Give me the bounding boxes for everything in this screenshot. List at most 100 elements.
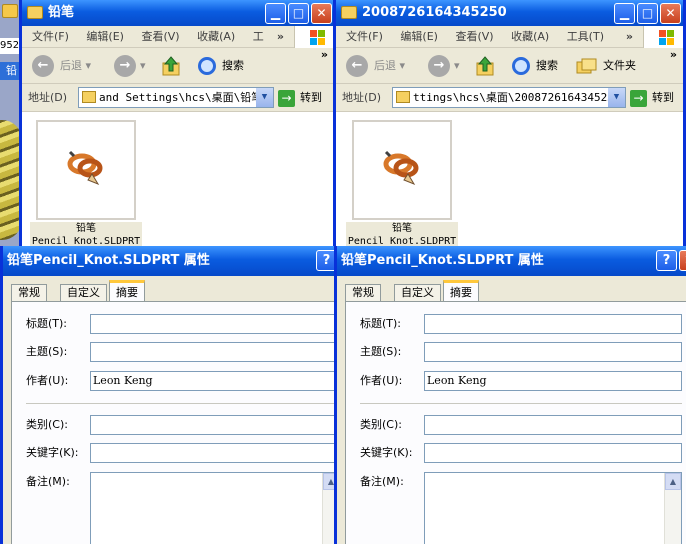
address-dropdown-icon[interactable]: ▼ — [256, 88, 273, 107]
comments-label: 备注(M): — [26, 475, 70, 488]
address-input[interactable]: ttings\hcs\桌面\2008726164345250 ▼ — [392, 87, 626, 108]
author-label: 作者(U): — [26, 374, 69, 387]
up-folder-icon[interactable] — [162, 55, 182, 77]
subject-label: 主题(S): — [26, 345, 68, 358]
dialog-title: 铅笔Pencil_Knot.SLDPRT 属性 — [7, 253, 210, 268]
menu-favorites[interactable]: 收藏(A) — [511, 26, 549, 48]
menu-view[interactable]: 查看(V) — [141, 26, 179, 48]
tab-general[interactable]: 常规 — [11, 284, 47, 302]
go-arrow-icon: → — [630, 89, 647, 107]
address-bar: 地址(D) ttings\hcs\桌面\2008726164345250 ▼ →… — [336, 84, 683, 112]
up-folder-icon[interactable] — [476, 55, 496, 77]
back-icon[interactable]: ← — [346, 55, 368, 77]
address-label: 地址(D) — [342, 91, 382, 104]
close-button[interactable]: ✕ — [679, 250, 686, 271]
folder-icon — [2, 4, 18, 18]
file-name-label[interactable]: 铅笔 Pencil_Knot.SLDPRT — [30, 222, 142, 246]
maximize-button[interactable]: □ — [288, 3, 309, 24]
back-icon[interactable]: ← — [32, 55, 54, 77]
address-bar: 地址(D) and Settings\hcs\桌面\铅笔 ▼ → 转到 — [22, 84, 334, 112]
go-button[interactable]: → 转到 — [630, 84, 674, 112]
author-label: 作者(U): — [360, 374, 403, 387]
toolbar-chevron-icon[interactable]: » — [670, 48, 677, 62]
comments-field[interactable]: ▲ — [90, 472, 337, 544]
forward-dropdown[interactable]: ▾ — [140, 48, 146, 84]
file-name-label[interactable]: 铅笔 Pencil_Knot.SLDPRT — [346, 222, 458, 246]
file-thumbnail[interactable] — [36, 120, 136, 220]
back-button[interactable]: 后退 ▾ — [60, 48, 91, 84]
close-button[interactable]: ✕ — [311, 3, 332, 24]
summary-panel: 标题(T): 主题(S): 作者(U): Leon Keng 类别(C): 关键… — [345, 301, 686, 544]
folder-icon — [341, 6, 357, 19]
forward-icon[interactable]: → — [114, 55, 136, 77]
window-title: 2008726164345250 — [362, 5, 507, 20]
subject-field[interactable] — [90, 342, 337, 362]
menu-edit[interactable]: 编辑(E) — [86, 26, 124, 48]
file-thumbnail[interactable] — [352, 120, 452, 220]
dialog-titlebar[interactable]: 铅笔Pencil_Knot.SLDPRT 属性 ? — [3, 246, 337, 276]
file-list: 铅笔 Pencil_Knot.SLDPRT — [336, 112, 683, 246]
scroll-up-icon[interactable]: ▲ — [665, 473, 681, 490]
tab-summary[interactable]: 摘要 — [109, 280, 145, 302]
window-titlebar[interactable]: 铅笔 ▁ □ ✕ — [22, 0, 334, 26]
close-button[interactable]: ✕ — [660, 3, 681, 24]
title-label: 标题(T): — [360, 317, 402, 330]
tab-custom[interactable]: 自定义 — [60, 284, 107, 302]
pencil-knot-icon — [67, 150, 103, 186]
chevron-right-icon[interactable]: » — [626, 26, 633, 48]
window-titlebar[interactable]: 2008726164345250 ▁ □ ✕ — [336, 0, 683, 26]
comments-field[interactable]: ▲ — [424, 472, 682, 544]
maximize-button[interactable]: □ — [637, 3, 658, 24]
subject-label: 主题(S): — [360, 345, 402, 358]
address-label: 地址(D) — [28, 91, 68, 104]
help-button[interactable]: ? — [656, 250, 677, 271]
category-field[interactable] — [424, 415, 682, 435]
folders-button[interactable]: 文件夹 — [576, 48, 636, 84]
forward-dropdown[interactable]: ▾ — [454, 48, 460, 84]
minimize-button[interactable]: ▁ — [265, 3, 286, 24]
tab-general[interactable]: 常规 — [345, 284, 381, 302]
chevron-right-icon[interactable]: » — [277, 26, 284, 48]
search-button[interactable]: 搜索 — [198, 48, 244, 84]
search-icon — [512, 57, 530, 75]
go-arrow-icon: → — [278, 89, 295, 107]
search-button[interactable]: 搜索 — [512, 48, 558, 84]
subject-field[interactable] — [424, 342, 682, 362]
toolbar-chevron-icon[interactable]: » — [321, 48, 328, 62]
forward-icon[interactable]: → — [428, 55, 450, 77]
menu-file[interactable]: 文件(F) — [346, 26, 383, 48]
dialog-titlebar[interactable]: 铅笔Pencil_Knot.SLDPRT 属性 ? ✕ — [337, 246, 686, 276]
dialog-title: 铅笔Pencil_Knot.SLDPRT 属性 — [341, 253, 544, 268]
explorer-window-left: 铅笔 ▁ □ ✕ 文件(F) 编辑(E) 查看(V) 收藏(A) 工 » ← 后… — [19, 0, 337, 246]
category-field[interactable] — [90, 415, 337, 435]
properties-dialog-right: 铅笔Pencil_Knot.SLDPRT 属性 ? ✕ 常规 自定义 摘要 标题… — [334, 246, 686, 544]
search-icon — [198, 57, 216, 75]
menu-edit[interactable]: 编辑(E) — [400, 26, 438, 48]
help-icon: ? — [322, 253, 331, 268]
menu-favorites[interactable]: 收藏(A) — [197, 26, 235, 48]
separator — [360, 403, 682, 404]
menu-file[interactable]: 文件(F) — [32, 26, 69, 48]
properties-dialog-left: 铅笔Pencil_Knot.SLDPRT 属性 ? 常规 自定义 摘要 标题(T… — [0, 246, 337, 544]
category-label: 类别(C): — [26, 418, 68, 431]
maximize-icon: □ — [641, 6, 654, 20]
minimize-button[interactable]: ▁ — [614, 3, 635, 24]
menu-tools[interactable]: 工具(T) — [567, 26, 604, 48]
tab-summary[interactable]: 摘要 — [443, 280, 479, 302]
summary-panel: 标题(T): 主题(S): 作者(U): Leon Keng 类别(C): 关键… — [11, 301, 337, 544]
keywords-field[interactable] — [424, 443, 682, 463]
menu-tools[interactable]: 工 — [253, 26, 264, 48]
comments-scrollbar[interactable]: ▲ — [664, 473, 681, 544]
close-icon: ✕ — [316, 6, 327, 20]
go-button[interactable]: → 转到 — [278, 84, 322, 112]
author-field[interactable]: Leon Keng — [424, 371, 682, 391]
title-field[interactable] — [424, 314, 682, 334]
address-dropdown-icon[interactable]: ▼ — [608, 88, 625, 107]
back-button[interactable]: 后退 ▾ — [374, 48, 405, 84]
title-field[interactable] — [90, 314, 337, 334]
tab-custom[interactable]: 自定义 — [394, 284, 441, 302]
author-field[interactable]: Leon Keng — [90, 371, 337, 391]
menu-view[interactable]: 查看(V) — [455, 26, 493, 48]
address-input[interactable]: and Settings\hcs\桌面\铅笔 ▼ — [78, 87, 274, 108]
keywords-field[interactable] — [90, 443, 337, 463]
